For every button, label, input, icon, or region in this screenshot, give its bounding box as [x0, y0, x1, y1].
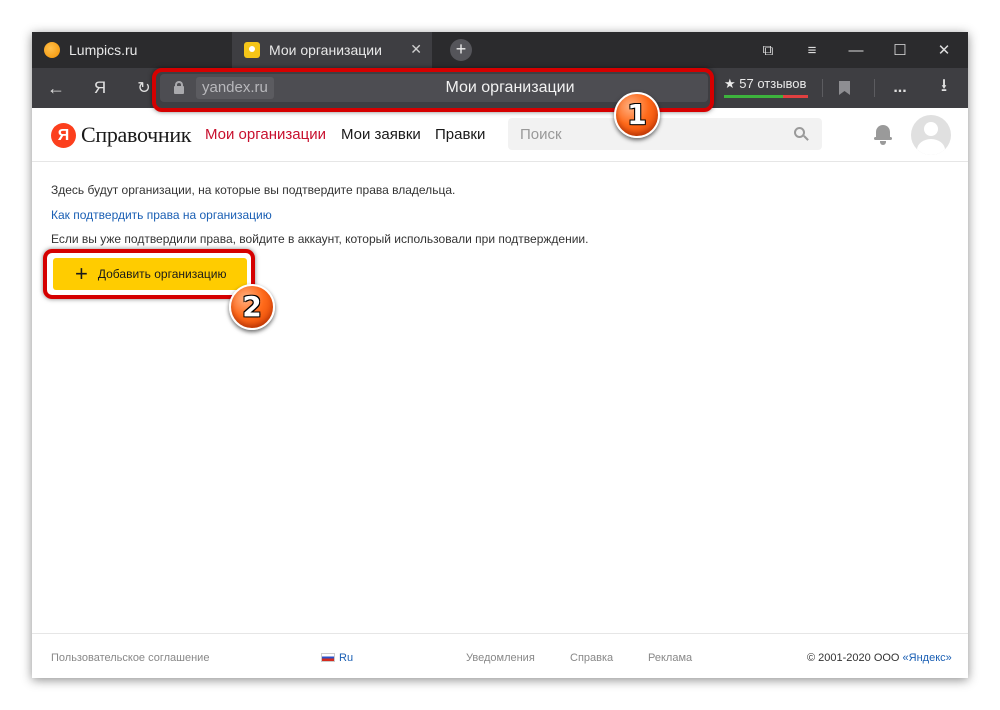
tab-title: Lumpics.ru	[69, 42, 138, 58]
yandex-spravochnik-favicon-icon	[244, 42, 260, 58]
reviews-label: ★ 57 отзывов	[724, 76, 807, 91]
nav-my-organizations[interactable]: Мои организации	[205, 126, 326, 143]
back-button[interactable]: ←	[40, 68, 72, 108]
toolbar-divider	[874, 79, 875, 97]
orange-circle-favicon-icon	[44, 42, 60, 58]
yandex-home-button[interactable]: Я	[84, 68, 116, 108]
avatar[interactable]	[911, 115, 951, 155]
yandex-spravochnik-logo[interactable]: Я Справочник	[51, 122, 192, 148]
close-window-button[interactable]: ✕	[922, 32, 966, 68]
step-badge-2: 2	[229, 284, 275, 330]
tab-title: Мои организации	[269, 42, 382, 58]
plus-icon: +	[75, 261, 88, 286]
site-header: Я Справочник Мои организации Мои заявки …	[32, 108, 968, 162]
tab-bar: Lumpics.ru Мои организации ✕ + ⧉ ≡ — ☐ ✕	[32, 32, 968, 68]
new-tab-button[interactable]: +	[450, 39, 472, 61]
page-footer: Пользовательское соглашение Ru Уведомлен…	[32, 633, 968, 678]
language-label: Ru	[339, 652, 354, 664]
more-button[interactable]: ...	[884, 68, 916, 108]
bell-icon[interactable]	[874, 125, 892, 145]
collections-icon[interactable]: ⧉	[746, 32, 790, 68]
notifications-link[interactable]: Уведомления	[466, 652, 535, 664]
ads-link[interactable]: Реклама	[648, 652, 692, 664]
address-page-title: Мои организации	[445, 79, 575, 96]
reload-button[interactable]: ↻	[128, 68, 160, 108]
lock-icon	[174, 81, 184, 94]
minimize-button[interactable]: —	[834, 32, 878, 68]
user-agreement-link[interactable]: Пользовательское соглашение	[51, 652, 209, 664]
download-icon[interactable]: ⭳	[928, 68, 960, 108]
address-toolbar: ← Я ↻ yandex.ru Мои организации ★ 57 отз…	[32, 68, 968, 112]
search-box	[508, 118, 822, 150]
copyright-text: © 2001-2020 ООО	[807, 652, 903, 664]
copyright: © 2001-2020 ООО «Яндекс»	[807, 652, 952, 664]
logo-letter: Я	[51, 122, 76, 148]
add-organization-button[interactable]: + Добавить организацию	[53, 258, 247, 290]
url-domain: yandex.ru	[196, 77, 274, 99]
toolbar-divider	[822, 79, 823, 97]
browser-window: Lumpics.ru Мои организации ✕ + ⧉ ≡ — ☐ ✕…	[32, 32, 968, 678]
reviews-button[interactable]: ★ 57 отзывов	[724, 76, 808, 98]
tab-close-icon[interactable]: ✕	[410, 41, 422, 58]
nav-edits[interactable]: Правки	[435, 126, 485, 143]
tab-my-organizations[interactable]: Мои организации ✕	[232, 32, 432, 68]
nav-my-requests[interactable]: Мои заявки	[341, 126, 421, 143]
logo-text: Справочник	[81, 122, 192, 147]
language-switcher[interactable]: Ru	[321, 652, 353, 664]
bookmark-icon[interactable]	[828, 68, 860, 108]
help-link[interactable]: Справка	[570, 652, 613, 664]
intro-text: Здесь будут организации, на которые вы п…	[51, 183, 456, 197]
tab-lumpics[interactable]: Lumpics.ru	[32, 32, 228, 68]
yandex-link[interactable]: «Яндекс»	[903, 652, 952, 664]
russia-flag-icon	[321, 653, 335, 662]
how-to-confirm-link[interactable]: Как подтвердить права на организацию	[51, 208, 272, 222]
rating-bar	[724, 95, 808, 98]
account-note-text: Если вы уже подтвердили права, войдите в…	[51, 232, 589, 246]
menu-icon[interactable]: ≡	[790, 32, 834, 68]
search-icon[interactable]	[794, 127, 809, 141]
maximize-button[interactable]: ☐	[878, 32, 922, 68]
add-organization-label: Добавить организацию	[97, 267, 227, 281]
step-badge-1: 1	[614, 92, 660, 138]
